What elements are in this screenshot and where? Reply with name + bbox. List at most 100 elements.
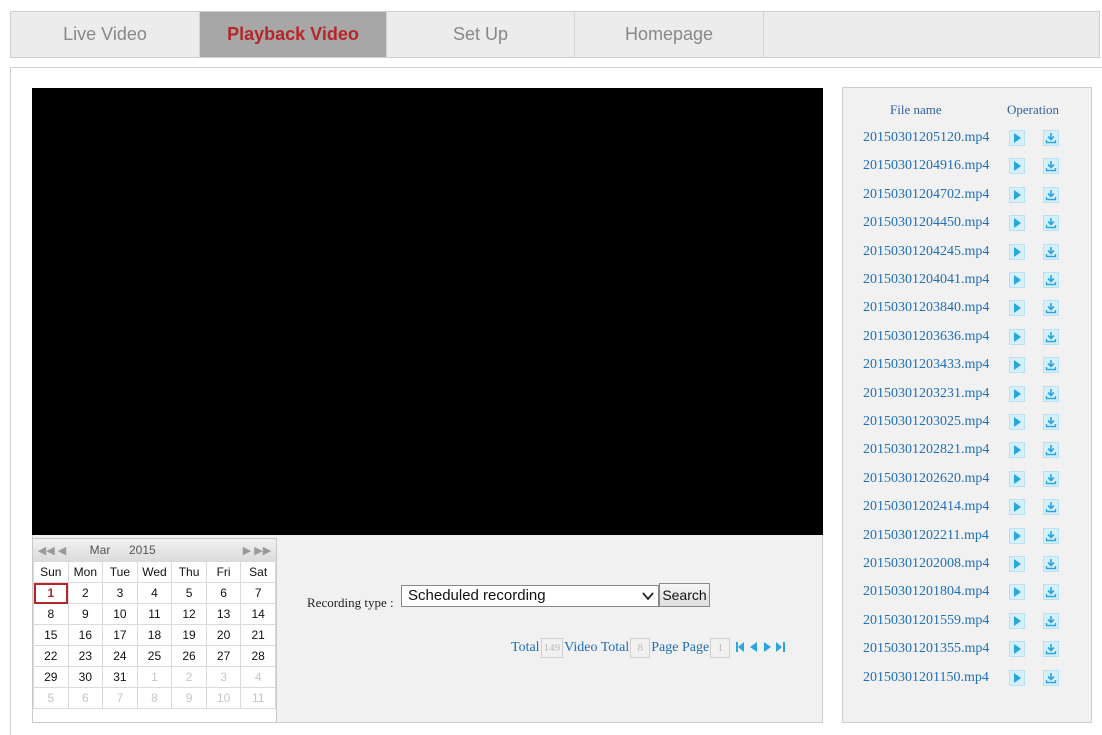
play-icon[interactable]	[1009, 414, 1025, 430]
calendar-day[interactable]: 15	[33, 624, 69, 646]
tab-live-video[interactable]: Live Video	[11, 12, 200, 57]
download-icon[interactable]	[1043, 669, 1059, 686]
calendar-day[interactable]: 2	[171, 666, 207, 688]
calendar-day[interactable]: 27	[205, 645, 242, 667]
calendar-day[interactable]: 18	[136, 624, 173, 646]
download-icon[interactable]	[1043, 527, 1059, 544]
calendar-day[interactable]: 8	[136, 687, 173, 709]
tab-set-up[interactable]: Set Up	[387, 12, 575, 57]
file-name-link[interactable]: 20150301203433.mp4	[863, 357, 1001, 373]
calendar-day[interactable]: 7	[240, 582, 276, 604]
file-name-link[interactable]: 20150301202821.mp4	[863, 442, 1001, 458]
play-icon[interactable]	[1009, 641, 1025, 658]
download-icon[interactable]	[1043, 272, 1059, 288]
calendar-day[interactable]: 9	[171, 687, 207, 709]
play-icon[interactable]	[1009, 556, 1025, 572]
play-icon[interactable]	[1009, 300, 1025, 317]
play-icon[interactable]	[1009, 272, 1025, 288]
file-name-link[interactable]: 20150301202211.mp4	[863, 528, 1001, 544]
play-icon[interactable]	[1009, 130, 1025, 146]
file-name-link[interactable]: 20150301203636.mp4	[863, 329, 1001, 345]
calendar-day[interactable]: 5	[171, 582, 207, 604]
calendar-day[interactable]: 12	[171, 603, 207, 625]
download-icon[interactable]	[1043, 186, 1059, 203]
file-name-link[interactable]: 20150301201355.mp4	[863, 641, 1001, 657]
play-icon[interactable]	[1009, 584, 1025, 601]
file-name-link[interactable]: 20150301203231.mp4	[863, 386, 1001, 402]
file-name-link[interactable]: 20150301204245.mp4	[863, 244, 1001, 260]
next-page-icon[interactable]	[763, 641, 772, 655]
play-icon[interactable]	[1009, 442, 1025, 459]
download-icon[interactable]	[1043, 385, 1059, 402]
calendar-day[interactable]: 21	[240, 624, 276, 646]
download-icon[interactable]	[1043, 584, 1059, 601]
calendar-day[interactable]: 7	[102, 687, 138, 709]
download-icon[interactable]	[1043, 158, 1059, 175]
download-icon[interactable]	[1043, 328, 1059, 345]
download-icon[interactable]	[1043, 556, 1059, 572]
play-icon[interactable]	[1009, 499, 1025, 516]
calendar-day[interactable]: 6	[67, 687, 104, 709]
file-name-link[interactable]: 20150301201150.mp4	[863, 670, 1001, 686]
file-name-link[interactable]: 20150301202008.mp4	[863, 556, 1001, 572]
calendar-day[interactable]: 13	[205, 603, 242, 625]
file-name-link[interactable]: 20150301205120.mp4	[863, 130, 1001, 146]
file-name-link[interactable]: 20150301204041.mp4	[863, 272, 1001, 288]
video-player[interactable]	[32, 88, 823, 535]
last-page-icon[interactable]	[776, 641, 786, 655]
download-icon[interactable]	[1043, 442, 1059, 459]
file-name-link[interactable]: 20150301203840.mp4	[863, 300, 1001, 316]
play-icon[interactable]	[1009, 470, 1025, 487]
recording-type-select[interactable]: Scheduled recording	[401, 585, 659, 607]
download-icon[interactable]	[1043, 499, 1059, 516]
play-icon[interactable]	[1009, 357, 1025, 374]
play-icon[interactable]	[1009, 215, 1025, 232]
tab-homepage[interactable]: Homepage	[575, 12, 764, 57]
first-page-icon[interactable]	[736, 641, 745, 655]
calendar-day[interactable]: 10	[205, 687, 242, 709]
calendar-day[interactable]: 25	[136, 645, 173, 667]
play-icon[interactable]	[1009, 385, 1025, 402]
calendar-day[interactable]: 3	[102, 582, 138, 604]
calendar-day[interactable]: 4	[136, 582, 173, 604]
file-name-link[interactable]: 20150301204450.mp4	[863, 215, 1001, 231]
download-icon[interactable]	[1043, 641, 1059, 658]
calendar-day[interactable]: 6	[205, 582, 242, 604]
calendar-day[interactable]: 28	[240, 645, 276, 667]
calendar-day[interactable]: 11	[240, 687, 276, 709]
calendar-day[interactable]: 1	[136, 666, 173, 688]
prev-year-month-icon[interactable]: ◀◀ ◀	[33, 544, 71, 557]
calendar-day[interactable]: 8	[33, 603, 69, 625]
calendar-day[interactable]: 31	[102, 666, 138, 688]
calendar-day[interactable]: 17	[102, 624, 138, 646]
download-icon[interactable]	[1043, 357, 1059, 374]
play-icon[interactable]	[1009, 612, 1025, 629]
tab-playback-video[interactable]: Playback Video	[200, 12, 387, 57]
calendar-day[interactable]: 9	[67, 603, 104, 625]
calendar-day[interactable]: 23	[67, 645, 104, 667]
download-icon[interactable]	[1043, 130, 1059, 146]
calendar-day[interactable]: 4	[240, 666, 276, 688]
file-name-link[interactable]: 20150301202620.mp4	[863, 471, 1001, 487]
play-icon[interactable]	[1009, 158, 1025, 175]
current-page-input[interactable]: 1	[710, 638, 731, 658]
download-icon[interactable]	[1043, 243, 1059, 260]
calendar-day[interactable]: 19	[171, 624, 207, 646]
calendar-day[interactable]: 30	[67, 666, 104, 688]
file-name-link[interactable]: 20150301201559.mp4	[863, 613, 1001, 629]
download-icon[interactable]	[1043, 215, 1059, 232]
calendar-day[interactable]: 11	[136, 603, 173, 625]
download-icon[interactable]	[1043, 414, 1059, 430]
calendar-day[interactable]: 2	[67, 582, 104, 604]
prev-page-icon[interactable]	[750, 641, 758, 655]
file-name-link[interactable]: 20150301201804.mp4	[863, 584, 1001, 600]
download-icon[interactable]	[1043, 470, 1059, 487]
calendar-day[interactable]: 16	[67, 624, 104, 646]
next-month-year-icon[interactable]: ▶ ▶▶	[238, 544, 276, 557]
calendar-day[interactable]: 29	[33, 666, 69, 688]
play-icon[interactable]	[1009, 328, 1025, 345]
calendar-day[interactable]: 20	[205, 624, 242, 646]
file-name-link[interactable]: 20150301204916.mp4	[863, 158, 1001, 174]
download-icon[interactable]	[1043, 612, 1059, 629]
play-icon[interactable]	[1009, 527, 1025, 544]
